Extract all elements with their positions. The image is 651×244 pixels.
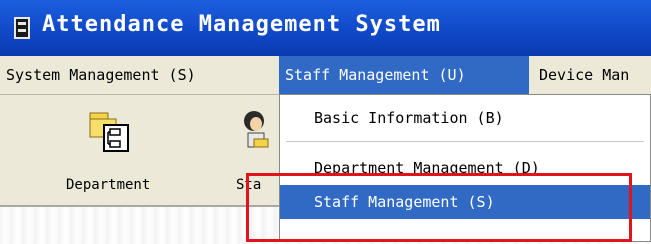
menu-device-management[interactable]: Device Man [533,56,651,94]
menu-item-basic-information[interactable]: Basic Information (B) [280,101,650,135]
menu-item-staff-management[interactable]: Staff Management (S) [280,185,650,219]
title-bar: Attendance Management System [0,0,651,56]
menu-bar: System Management (S) Staff Management (… [0,56,651,95]
menu-item-department-management[interactable]: Department Management (D) [280,151,650,185]
staff-management-menu: Basic Information (B) Department Managem… [279,94,651,242]
staff-icon [244,111,269,148]
department-icon [89,112,129,152]
app-icon [14,17,30,39]
staff-button-label: Sta [236,177,262,193]
menu-separator [286,141,644,142]
menu-staff-management[interactable]: Staff Management (U) [279,56,529,94]
menu-system-management[interactable]: System Management (S) [0,56,274,94]
department-button-label: Department [66,177,151,193]
window-title: Attendance Management System [42,12,441,37]
